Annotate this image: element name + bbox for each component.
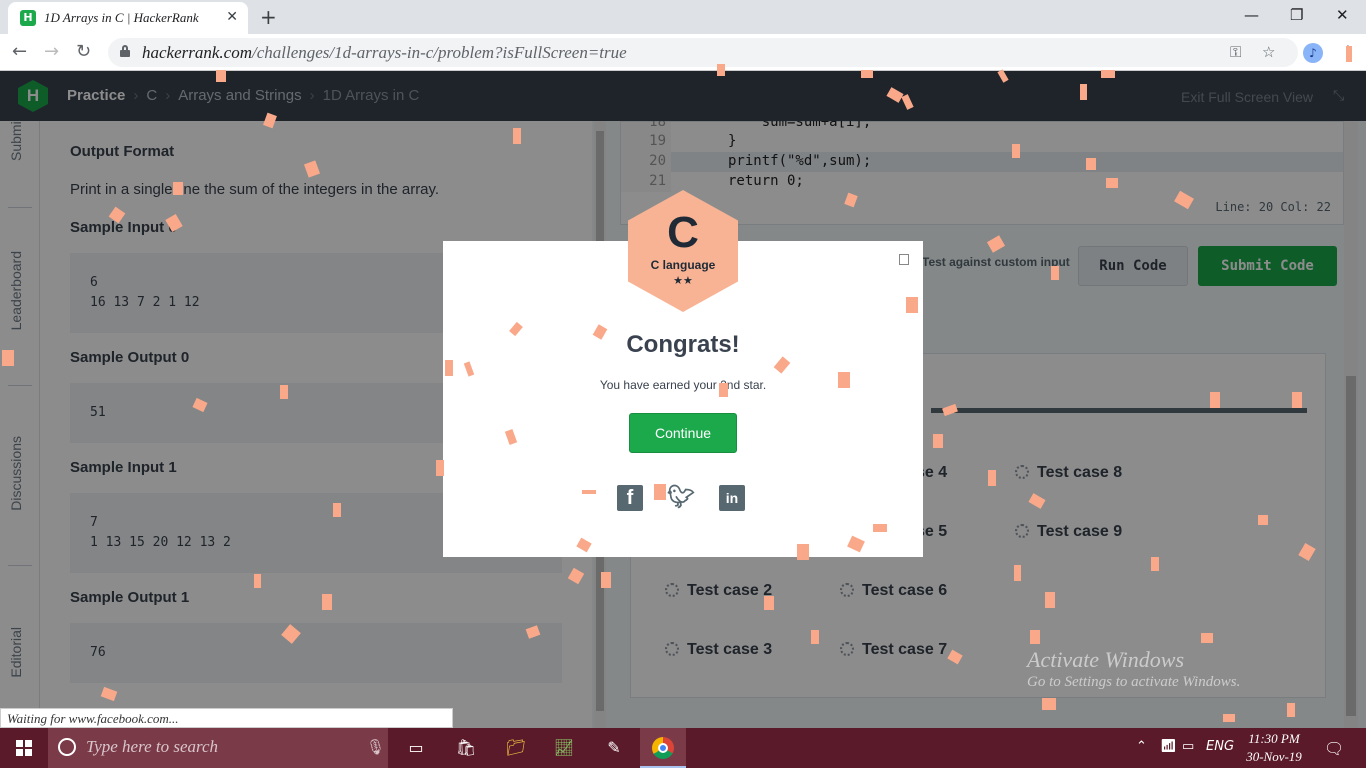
confetti-piece [2,350,14,366]
activate-windows-watermark: Activate Windows [1027,647,1185,672]
clock-date[interactable]: 30-Nov-19 [1241,749,1307,765]
confetti-piece [861,70,873,78]
close-window-icon[interactable]: ✕ [1336,6,1349,24]
star-icon: ★★ [673,274,693,287]
facebook-icon[interactable]: f [617,485,643,511]
lock-icon[interactable] [120,45,130,57]
confetti-piece [601,572,611,588]
url-input[interactable]: hackerrank.com/challenges/1d-arrays-in-c… [108,38,1298,67]
confetti-piece [1210,392,1220,408]
confetti-piece [933,434,943,448]
file-explorer-icon[interactable]: 📁︎ [504,736,528,760]
windows-start-icon[interactable] [16,740,32,756]
confetti-piece [1086,158,1096,170]
confetti-piece [280,385,288,399]
restore-icon[interactable]: ❐ [1290,6,1303,24]
confetti-piece [1080,84,1087,100]
chrome-taskbar-button[interactable] [640,728,686,768]
back-icon[interactable]: ← [12,41,27,62]
confetti-piece [1292,392,1302,408]
confetti-piece [906,297,918,313]
twitter-icon[interactable]: 🐦︎ [667,485,695,511]
continue-button[interactable]: Continue [629,413,737,453]
confetti-piece [254,574,261,588]
hackerrank-favicon-icon: H [20,10,36,26]
linkedin-icon[interactable]: in [719,485,745,511]
reload-icon[interactable]: ↻ [76,41,91,62]
confetti-piece [216,70,226,82]
confetti-piece [445,360,453,376]
notifications-icon[interactable]: 🗨︎ [1324,739,1344,758]
wifi-icon[interactable]: 📶︎ [1160,739,1177,754]
confetti-piece [1287,703,1295,717]
cortana-icon [58,738,76,756]
extension-icon[interactable]: ♪ [1303,43,1323,63]
battery-icon[interactable]: ▭ [1182,739,1194,754]
confetti-piece [1106,178,1118,188]
store-icon[interactable]: 🛍︎ [454,736,478,760]
confetti-piece [513,128,521,144]
taskbar-search-input[interactable]: Type here to search 🎙︎ [48,728,388,768]
forward-icon[interactable]: → [44,41,59,62]
key-icon[interactable]: ⚿ [1230,43,1241,61]
confetti-piece [173,182,183,195]
tray-chevron-icon[interactable]: ⌃ [1136,739,1147,754]
pen-icon[interactable]: ✎ [602,736,626,760]
confetti-piece [333,503,341,517]
tab-title: 1D Arrays in C | HackerRank [44,10,199,25]
confetti-piece [764,596,774,610]
modal-message: You have earned your 2nd star. [599,378,767,392]
confetti-piece [1030,630,1040,644]
confetti-piece [1042,698,1056,710]
clock-time[interactable]: 11:30 PM [1243,731,1305,747]
confetti-piece [1051,266,1059,280]
confetti-piece [1101,70,1115,78]
status-bubble: Waiting for www.facebook.com... [0,708,453,728]
search-placeholder: Type here to search [86,737,219,756]
confetti-piece [719,383,728,397]
confetti-piece [1045,592,1055,608]
chrome-icon [652,737,674,759]
close-icon[interactable] [899,254,909,265]
task-view-icon[interactable]: ▭ [404,736,428,760]
minimize-icon[interactable]: — [1244,6,1259,24]
new-tab-icon[interactable]: + [260,5,277,29]
star-icon[interactable]: ☆ [1262,43,1275,61]
confetti-piece [797,544,809,560]
badge-language: C language [650,258,716,272]
activate-windows-subtext: Go to Settings to activate Windows. [1027,674,1241,690]
confetti-piece [1014,565,1021,581]
url-text: hackerrank.com/challenges/1d-arrays-in-c… [142,43,627,62]
confetti-piece [717,64,725,76]
confetti-piece [1151,557,1159,571]
address-bar: ← → ↻ hackerrank.com/challenges/1d-array… [0,34,1366,71]
confetti-piece [322,594,332,610]
badge-letter: C [667,208,699,257]
confetti-piece [654,484,666,500]
confetti-piece [811,630,819,644]
language-indicator[interactable]: ENG [1206,739,1234,754]
windows-taskbar: Type here to search 🎙︎ ▭ 🛍︎ 📁︎ 📈︎ ✎ ⌃ 📶︎… [0,728,1366,768]
browser-tab[interactable]: H 1D Arrays in C | HackerRank ✕ [8,2,248,34]
confetti-piece [1223,714,1235,722]
confetti-piece [838,372,850,388]
confetti-piece [436,460,444,476]
chart-app-icon[interactable]: 📈︎ [552,736,576,760]
microphone-icon[interactable]: 🎙︎ [366,738,385,756]
confetti-piece [1201,633,1213,643]
confetti-piece [988,470,996,486]
confetti-piece [873,524,887,532]
confetti-piece [582,490,596,494]
confetti-piece [1258,515,1268,525]
confetti-piece [1346,46,1352,62]
browser-tab-strip: H 1D Arrays in C | HackerRank ✕ + — ❐ ✕ [0,0,1366,34]
tab-close-icon[interactable]: ✕ [226,9,238,25]
confetti-piece [1012,144,1020,158]
